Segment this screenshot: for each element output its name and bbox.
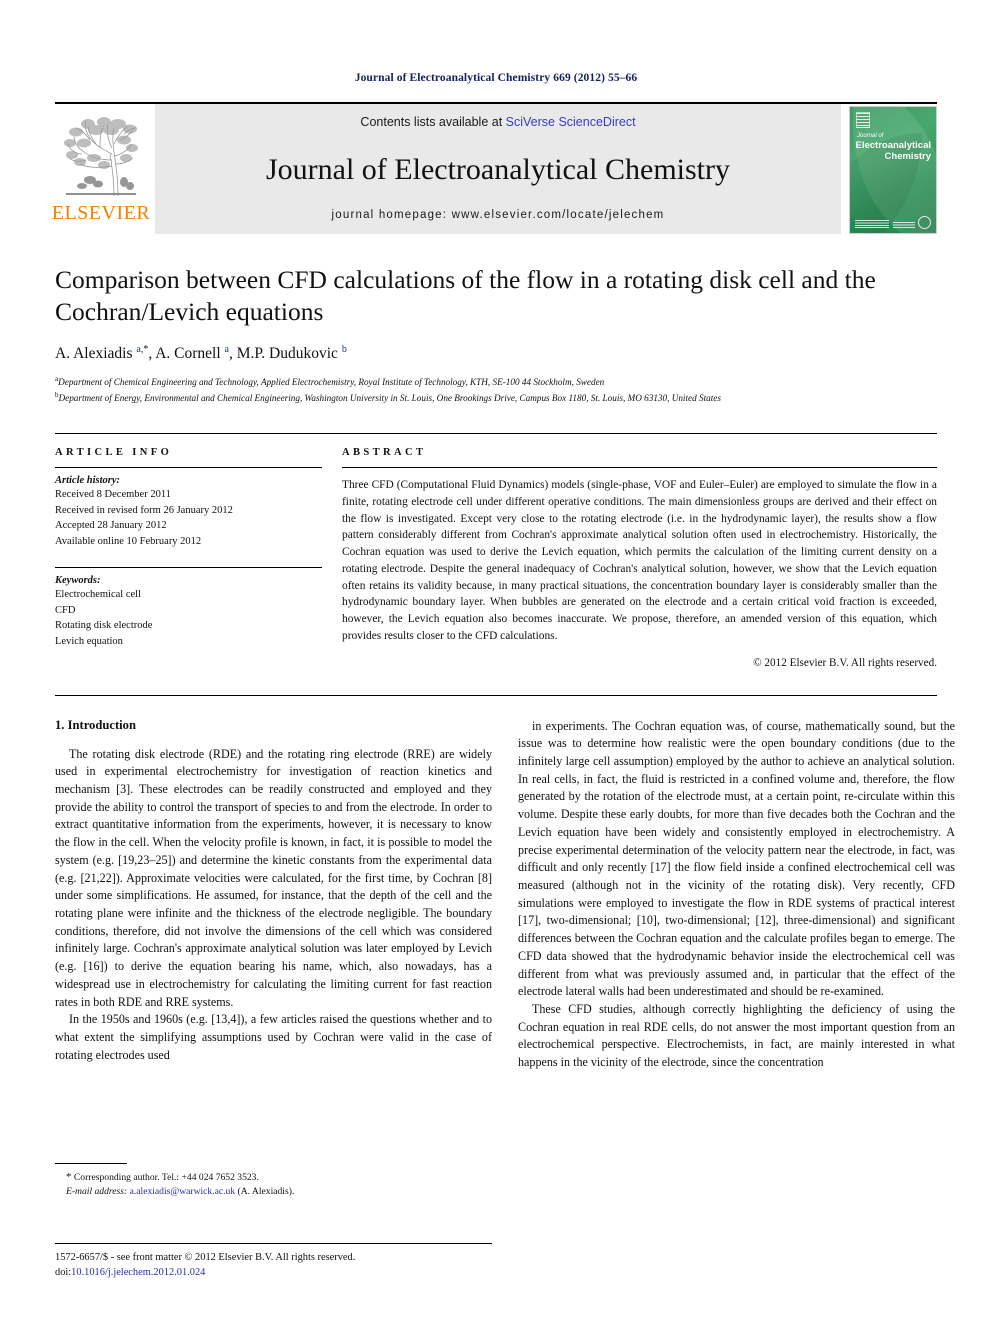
cover-title-line2: Electroanalytical [855, 139, 931, 151]
body-column-left: 1. Introduction The rotating disk electr… [55, 718, 492, 1200]
cover-footer-text-block-right [892, 222, 915, 229]
affiliation-text: Department of Energy, Environmental and … [58, 392, 721, 403]
article-history-item: Received in revised form 26 January 2012 [55, 504, 233, 516]
body-paragraph: The rotating disk electrode (RDE) and th… [55, 746, 492, 1009]
footnote-email-label: E-mail address: [66, 1186, 128, 1198]
elsevier-logo: ELSEVIER [51, 104, 151, 234]
footnote-email-link[interactable]: a.alexiadis@warwick.ac.uk [130, 1186, 236, 1197]
doi-link[interactable]: 10.1016/j.jelechem.2012.01.024 [71, 1267, 205, 1278]
keyword-item: Electrochemical cell [55, 589, 141, 601]
abstract-column: ABSTRACT Three CFD (Computational Fluid … [338, 447, 937, 669]
doi-label: doi: [55, 1266, 72, 1278]
divider [342, 467, 937, 468]
author-2-name: , A. Cornell [148, 345, 225, 363]
sciencedirect-link[interactable]: SciVerse ScienceDirect [506, 115, 636, 129]
section-heading-introduction: 1. Introduction [55, 717, 136, 732]
abstract-copyright: © 2012 Elsevier B.V. All rights reserved… [753, 656, 937, 669]
cover-title: Journal of Electroanalytical Chemistry [850, 133, 931, 162]
body-column-right: in experiments. The Cochran equation was… [518, 718, 955, 1200]
elsevier-wordmark: ELSEVIER [51, 202, 151, 224]
footer-issn-line: 1572-6657/$ - see front matter © 2012 El… [55, 1251, 356, 1263]
elsevier-tree-icon [60, 110, 142, 202]
journal-masthead: ELSEVIER Contents lists available at Sci… [51, 102, 937, 234]
affiliation-item: aDepartment of Chemical Engineering and … [55, 374, 937, 389]
cover-title-line1: Journal of [857, 133, 884, 139]
article-info-heading: ARTICLE INFO [55, 447, 173, 458]
contents-prefix: Contents lists available at [360, 115, 506, 129]
article-history-item: Available online 10 February 2012 [55, 535, 202, 547]
divider [55, 567, 322, 569]
page-title: Comparison between CFD calculations of t… [55, 265, 876, 326]
cover-footer [855, 216, 931, 229]
keywords-label: Keywords: [55, 575, 101, 587]
body-region: 1. Introduction The rotating disk electr… [55, 694, 955, 1200]
journal-cover-thumbnail[interactable]: Journal of Electroanalytical Chemistry [849, 106, 937, 234]
cover-footer-text-block [855, 220, 889, 229]
keyword-item: Levich equation [55, 635, 123, 647]
keyword-item: CFD [55, 604, 76, 616]
article-history-item: Received 8 December 2011 [55, 489, 171, 500]
author-1-name: A. Alexiadis [55, 345, 137, 363]
info-abstract-region: ARTICLE INFO Article history: Received 8… [55, 433, 937, 669]
article-page: Journal of Electroanalytical Chemistry 6… [0, 0, 992, 1323]
journal-homepage-link[interactable]: journal homepage: www.elsevier.com/locat… [332, 209, 665, 221]
article-history-label: Article history: [55, 475, 121, 486]
body-paragraph: These CFD studies, although correctly hi… [518, 1001, 955, 1070]
cover-title-line3: Chemistry [884, 150, 931, 162]
affiliation-text: Department of Chemical Engineering and T… [58, 377, 605, 388]
title-block: Comparison between CFD calculations of t… [55, 264, 937, 405]
abstract-text: Three CFD (Computational Fluid Dynamics)… [342, 479, 937, 642]
body-paragraph: In the 1950s and 1960s (e.g. [13,4]), a … [55, 1012, 492, 1062]
divider [55, 467, 322, 468]
footnote-line-email: E-mail address: a.alexiadis@warwick.ac.u… [55, 1185, 492, 1199]
article-history-item: Accepted 28 January 2012 [55, 520, 167, 532]
footnote-email-suffix: (A. Alexiadis). [235, 1186, 295, 1198]
footnote-corresponding-text: Corresponding author. Tel.: +44 024 7652… [71, 1171, 259, 1183]
running-head: Journal of Electroanalytical Chemistry 6… [354, 72, 638, 84]
article-info-column: ARTICLE INFO Article history: Received 8… [55, 447, 338, 669]
abstract-heading: ABSTRACT [342, 447, 427, 458]
journal-title: Journal of Electroanalytical Chemistry [265, 152, 731, 186]
affiliation-list: aDepartment of Chemical Engineering and … [55, 374, 937, 405]
cover-seal-icon [918, 216, 931, 229]
footnote-divider [55, 1162, 127, 1164]
keyword-item: Rotating disk electrode [55, 620, 153, 632]
journal-band: Contents lists available at SciVerse Sci… [155, 104, 841, 234]
corresponding-author-footnote: * Corresponding author. Tel.: +44 024 76… [55, 1162, 492, 1200]
body-paragraph: in experiments. The Cochran equation was… [518, 718, 955, 999]
author-list: A. Alexiadis a,*, A. Cornell a, M.P. Dud… [55, 344, 937, 363]
footer-divider [55, 1242, 492, 1244]
cover-elsevier-mark-icon [856, 112, 870, 128]
contents-available-line: Contents lists available at SciVerse Sci… [360, 115, 635, 129]
affiliation-item: bDepartment of Energy, Environmental and… [55, 390, 937, 405]
keywords-block: Keywords: Electrochemical cell CFD Rotat… [55, 567, 322, 649]
author-3-affil-marker[interactable]: b [342, 344, 347, 355]
footnote-line-corresponding: * Corresponding author. Tel.: +44 024 76… [55, 1169, 492, 1186]
footer-doi-line: doi:10.1016/j.jelechem.2012.01.024 [55, 1265, 492, 1280]
page-footer: 1572-6657/$ - see front matter © 2012 El… [55, 1242, 492, 1280]
author-3-name: , M.P. Dudukovic [229, 345, 342, 363]
